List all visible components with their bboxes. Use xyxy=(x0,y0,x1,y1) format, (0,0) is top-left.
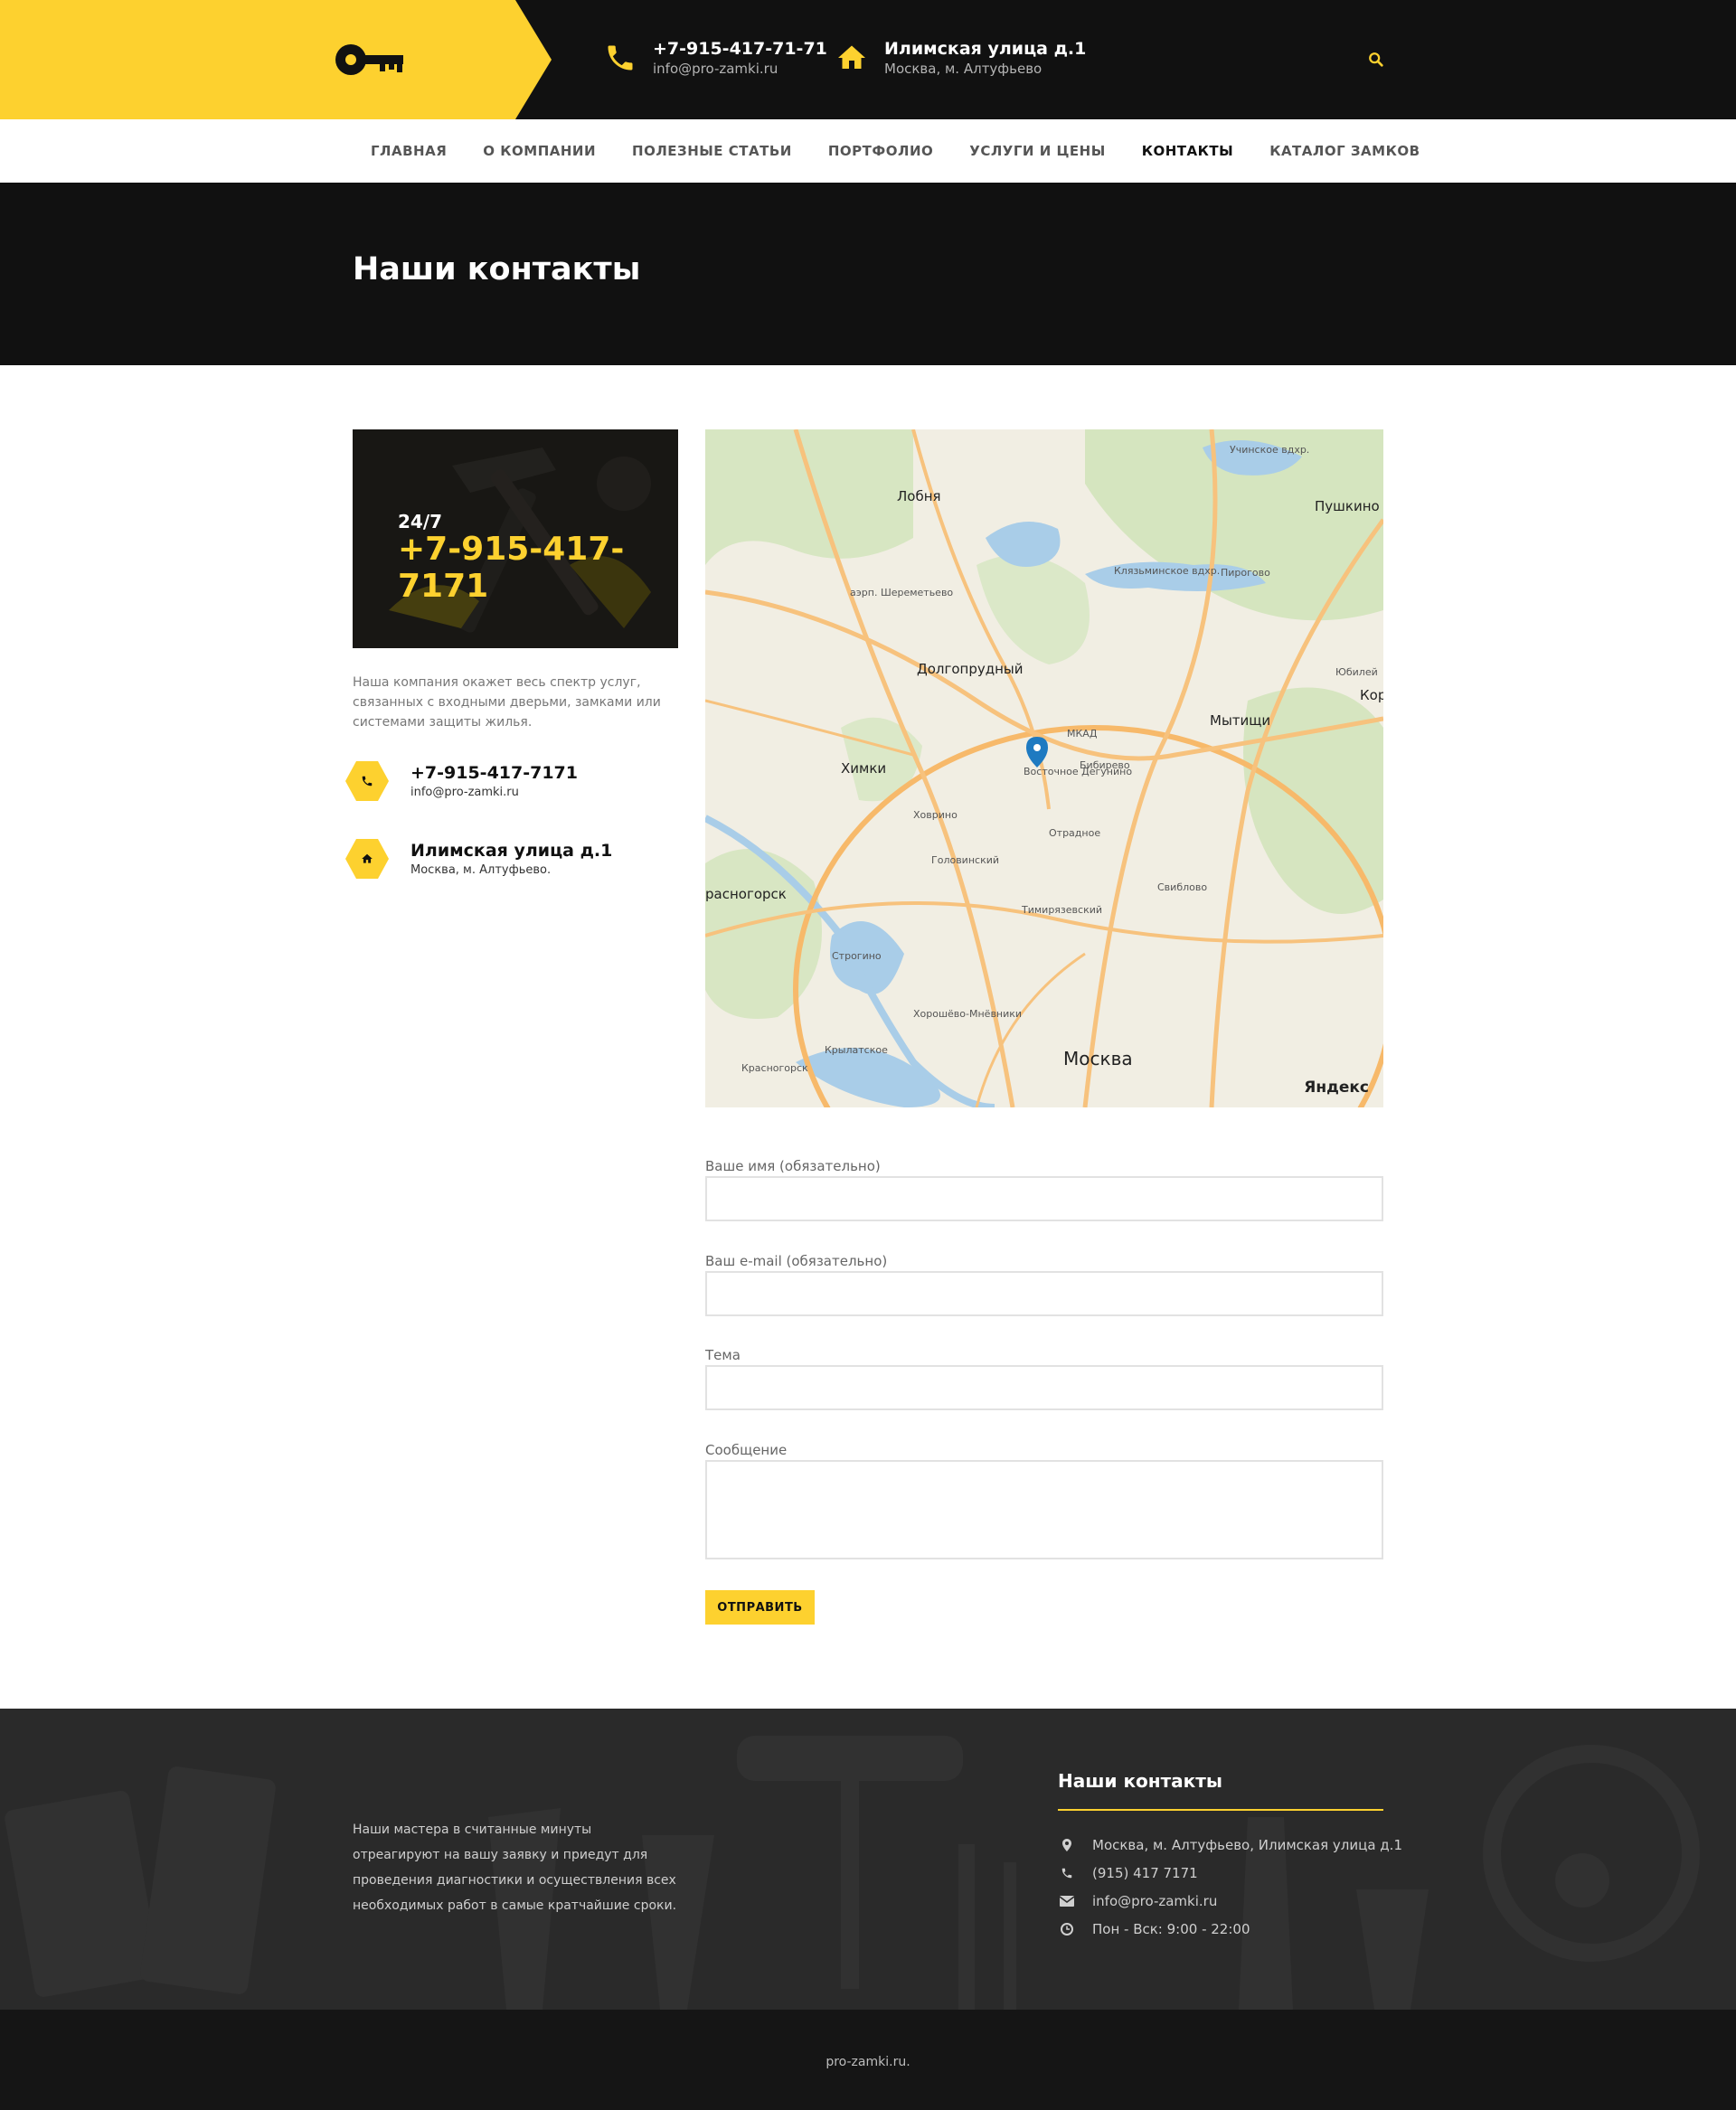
copyright[interactable]: pro-zamki.ru. xyxy=(0,2055,1736,2069)
nav-item-home[interactable]: ГЛАВНАЯ xyxy=(353,119,465,183)
promo-hours: 24/7 xyxy=(398,511,443,532)
map-label: Долгопрудный xyxy=(917,661,1024,677)
footer-hours: Пон - Вск: 9:00 - 22:00 xyxy=(1092,1921,1250,1937)
message-label: Сообщение xyxy=(705,1442,788,1458)
page-title: Наши контакты xyxy=(353,251,641,287)
phone-icon xyxy=(1058,1866,1076,1880)
map-label: Пирогово xyxy=(1221,567,1270,579)
footer-phone[interactable]: (915) 417 7171 xyxy=(1092,1865,1198,1881)
map-label: Крылатское xyxy=(825,1044,888,1056)
map-label: Кор xyxy=(1360,687,1383,703)
name-label: Ваше имя (обязательно) xyxy=(705,1158,881,1174)
page: +7-915-417-71-71 info@pro-zamki.ru Илимс… xyxy=(0,0,1736,2110)
map-label: Юбилей xyxy=(1335,666,1378,678)
tools-silhouette xyxy=(5,1736,1700,2010)
subject-field[interactable] xyxy=(705,1365,1383,1410)
footer-text: Наши мастера в считанные минуты отреагир… xyxy=(353,1823,677,1913)
top-header: +7-915-417-71-71 info@pro-zamki.ru Илимс… xyxy=(0,0,1736,119)
nav-item-contacts[interactable]: КОНТАКТЫ xyxy=(1123,119,1252,185)
map-label: Клязьминское вдхр. xyxy=(1114,565,1221,577)
footer-divider xyxy=(1058,1809,1383,1811)
map-pin-icon xyxy=(1058,1838,1076,1852)
yandex-logo[interactable]: Яндекс xyxy=(1304,1079,1369,1097)
contact-phone-block: +7-915-417-7171 info@pro-zamki.ru xyxy=(345,761,578,806)
nav-item-about[interactable]: О КОМПАНИИ xyxy=(465,119,614,183)
contact-address-block: Илимская улица д.1 Москва, м. Алтуфьево. xyxy=(345,839,612,884)
map-label: Мытищи xyxy=(1210,712,1271,729)
map-label: Хорошёво-Мнёвники xyxy=(913,1008,1023,1020)
nav-item-portfolio[interactable]: ПОРТФОЛИО xyxy=(810,119,951,183)
footer-heading: Наши контакты xyxy=(1058,1770,1222,1792)
nav-item-services[interactable]: УСЛУГИ И ЦЕНЫ xyxy=(951,119,1123,183)
contact-phone[interactable]: +7-915-417-7171 xyxy=(410,761,578,785)
name-field[interactable] xyxy=(705,1176,1383,1221)
footer: Наши мастера в считанные минуты отреагир… xyxy=(0,1709,1736,2010)
map-label: Лобня xyxy=(897,488,941,504)
contact-address: Илимская улица д.1 xyxy=(410,841,613,861)
clock-icon xyxy=(1058,1922,1076,1936)
header-phone[interactable]: +7-915-417-71-71 xyxy=(653,38,827,60)
map-label: Строгино xyxy=(832,950,882,962)
header-address-sub: Москва, м. Алтуфьево xyxy=(884,61,1043,77)
header-address-block: Илимская улица д.1 Москва, м. Алтуфьево xyxy=(835,38,1086,83)
map-label: Москва xyxy=(1063,1048,1133,1069)
header-phone-block: +7-915-417-71-71 info@pro-zamki.ru xyxy=(604,38,827,83)
nav-item-catalog[interactable]: КАТАЛОГ ЗАМКОВ xyxy=(1251,119,1438,183)
home-hex xyxy=(345,839,389,879)
map-label: Химки xyxy=(841,760,887,777)
phone-hex xyxy=(345,761,389,801)
map-label: Пушкино xyxy=(1315,498,1380,514)
submit-button[interactable]: ОТПРАВИТЬ xyxy=(705,1590,815,1625)
map-label: Тимирязевский xyxy=(1022,904,1103,916)
map-label: расногорск xyxy=(705,886,787,902)
email-label: Ваш e-mail (обязательно) xyxy=(705,1253,888,1269)
footer-address-row: Москва, м. Алтуфьево, Илимская улица д.1 xyxy=(1058,1837,1402,1853)
phone-icon xyxy=(362,776,373,787)
footer-phone-row: (915) 417 7171 xyxy=(1058,1865,1198,1881)
map-label: Ховрино xyxy=(913,809,958,821)
footer-hours-row: Пон - Вск: 9:00 - 22:00 xyxy=(1058,1921,1250,1937)
map-label: Бибирево xyxy=(1080,759,1130,771)
about-text: Наша компания окажет весь спектр услуг, … xyxy=(353,675,661,730)
phone-icon xyxy=(608,45,633,71)
home-icon xyxy=(362,853,373,863)
logo-area xyxy=(0,0,552,119)
map-label: Учинское вдхр. xyxy=(1230,444,1310,456)
map-label: Свиблово xyxy=(1157,881,1208,893)
envelope-icon xyxy=(1058,1894,1076,1908)
main-nav: ГЛАВНАЯ О КОМПАНИИ ПОЛЕЗНЫЕ СТАТЬИ ПОРТФ… xyxy=(0,119,1736,185)
contact-address-sub: Москва, м. Алтуфьево. xyxy=(410,863,552,877)
search-icon[interactable] xyxy=(1368,52,1384,68)
map-label: аэрп. Шереметьево xyxy=(850,587,954,598)
key-logo-icon[interactable] xyxy=(333,40,405,80)
contact-email[interactable]: info@pro-zamki.ru xyxy=(410,785,578,801)
footer-address: Москва, м. Алтуфьево, Илимская улица д.1 xyxy=(1092,1837,1402,1853)
header-address: Илимская улица д.1 xyxy=(884,39,1087,59)
subject-label: Тема xyxy=(705,1347,741,1363)
promo-phone[interactable]: +7-915-417-7171 xyxy=(398,531,678,605)
footer-email[interactable]: info@pro-zamki.ru xyxy=(1092,1893,1217,1909)
yandex-map[interactable]: Лобня Пушкино Долгопрудный Мытищи Химки … xyxy=(705,429,1383,1107)
map-label: Головинский xyxy=(931,854,1000,866)
message-field[interactable] xyxy=(705,1460,1383,1559)
header-email[interactable]: info@pro-zamki.ru xyxy=(653,60,827,78)
email-field[interactable] xyxy=(705,1271,1383,1316)
footer-email-row: info@pro-zamki.ru xyxy=(1058,1893,1217,1909)
home-icon xyxy=(838,45,865,69)
bottom-bar: pro-zamki.ru. xyxy=(0,2010,1736,2110)
map-label: Отрадное xyxy=(1049,827,1101,839)
map-label: МКАД xyxy=(1067,728,1098,739)
promo-banner: 24/7 +7-915-417-7171 xyxy=(353,429,678,648)
nav-item-articles[interactable]: ПОЛЕЗНЫЕ СТАТЬИ xyxy=(614,119,810,183)
map-label: Красногорск xyxy=(741,1062,808,1074)
page-title-band: Наши контакты xyxy=(0,183,1736,365)
